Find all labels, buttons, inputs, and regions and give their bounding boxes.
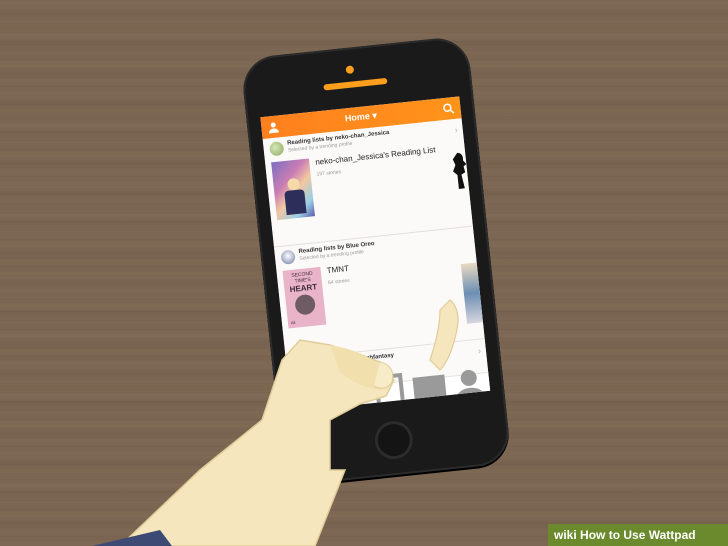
banner-title: How to Use Wattpad bbox=[580, 528, 696, 542]
wikihow-logo: wiki bbox=[554, 528, 577, 542]
article-banner: wiki How to Use Wattpad bbox=[548, 524, 728, 546]
hand-illustration bbox=[92, 299, 459, 546]
